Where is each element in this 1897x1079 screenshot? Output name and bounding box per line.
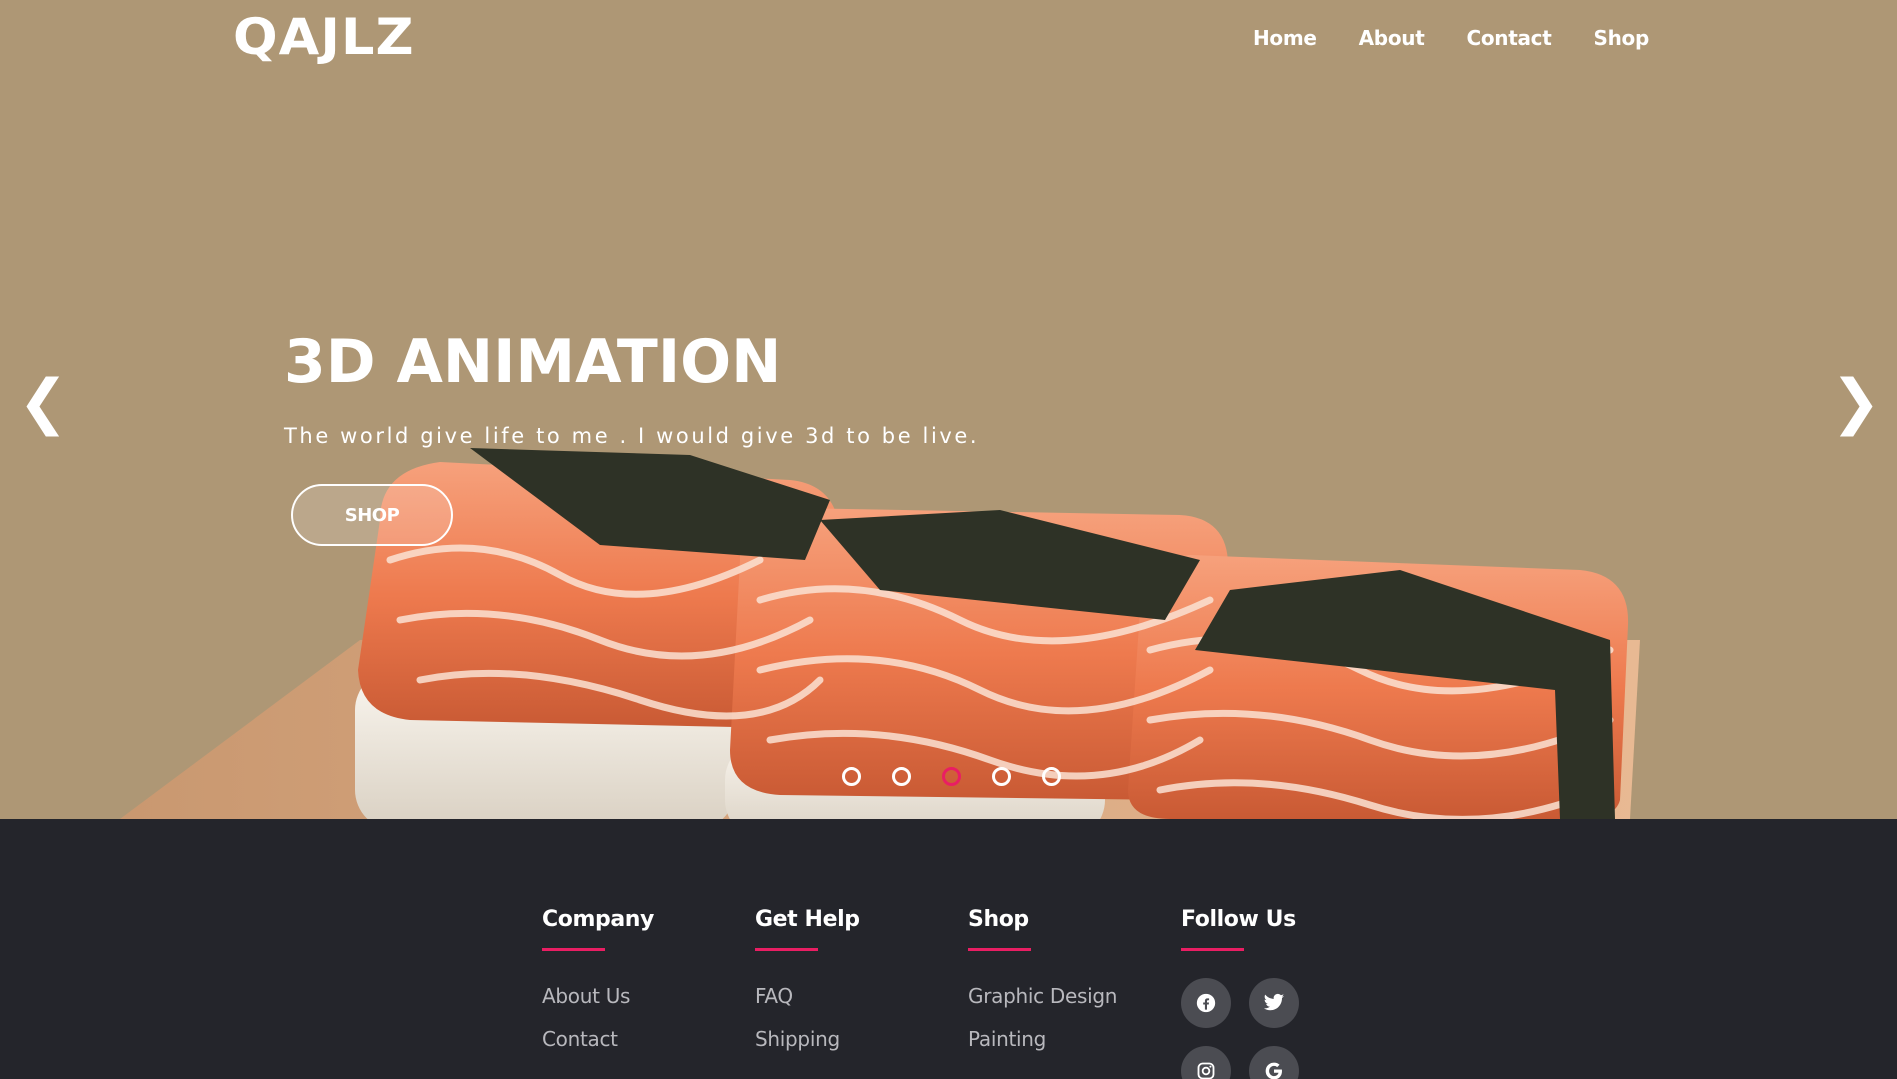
footer-link-faq[interactable]: FAQ	[755, 984, 955, 1008]
footer-heading: Follow Us	[1181, 907, 1296, 932]
heading-underline	[542, 948, 605, 951]
sushi-image	[120, 448, 1640, 819]
nav-shop[interactable]: Shop	[1594, 26, 1650, 50]
nav-about[interactable]: About	[1359, 26, 1425, 50]
slide-dot-1[interactable]	[842, 767, 861, 786]
next-slide-arrow[interactable]: ❯	[1831, 372, 1881, 432]
hero-subtitle: The world give life to me . I would give…	[284, 424, 980, 448]
footer-col-shop: Shop Graphic Design Painting	[968, 907, 1168, 1070]
footer-link-about-us[interactable]: About Us	[542, 984, 742, 1008]
instagram-icon[interactable]	[1181, 1046, 1231, 1079]
heading-underline	[755, 948, 818, 951]
site-footer: Company About Us Contact Get Help FAQ Sh…	[0, 819, 1897, 1079]
footer-link-painting[interactable]: Painting	[968, 1027, 1168, 1051]
shop-button[interactable]: SHOP	[291, 484, 453, 546]
footer-col-follow-us: Follow Us	[1181, 907, 1381, 1079]
nav-home[interactable]: Home	[1253, 26, 1317, 50]
heading-underline	[1181, 948, 1244, 951]
footer-col-get-help: Get Help FAQ Shipping	[755, 907, 955, 1070]
slide-indicators	[842, 767, 1061, 786]
footer-heading: Company	[542, 907, 654, 932]
footer-link-shipping[interactable]: Shipping	[755, 1027, 955, 1051]
slide-dot-3[interactable]	[942, 767, 961, 786]
facebook-icon[interactable]	[1181, 978, 1231, 1028]
footer-heading: Shop	[968, 907, 1029, 932]
site-logo[interactable]: QAJLZ	[233, 8, 415, 66]
prev-slide-arrow[interactable]: ❮	[18, 372, 68, 432]
footer-heading: Get Help	[755, 907, 860, 932]
slide-dot-2[interactable]	[892, 767, 911, 786]
hero-slider: QAJLZ Home About Contact Shop ❮ ❯ 3D ANI…	[0, 0, 1897, 819]
slide-dot-4[interactable]	[992, 767, 1011, 786]
heading-underline	[968, 948, 1031, 951]
footer-col-company: Company About Us Contact	[542, 907, 742, 1070]
google-icon[interactable]	[1249, 1046, 1299, 1079]
main-nav: Home About Contact Shop	[1253, 26, 1649, 50]
hero-title: 3D ANIMATION	[284, 327, 782, 397]
twitter-icon[interactable]	[1249, 978, 1299, 1028]
nav-contact[interactable]: Contact	[1466, 26, 1551, 50]
slide-dot-5[interactable]	[1042, 767, 1061, 786]
footer-link-contact[interactable]: Contact	[542, 1027, 742, 1051]
footer-link-graphic-design[interactable]: Graphic Design	[968, 984, 1168, 1008]
